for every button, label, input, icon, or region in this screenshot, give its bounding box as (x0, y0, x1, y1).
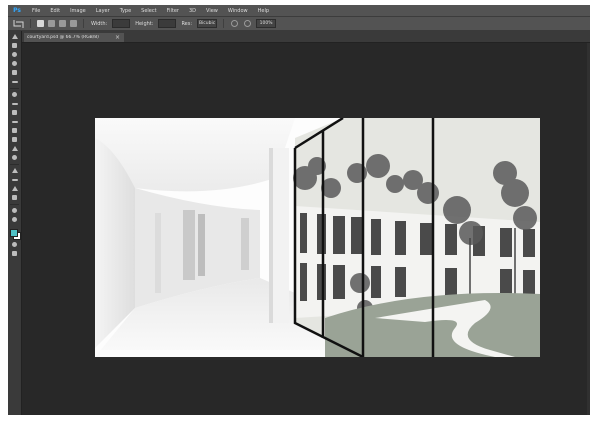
blur-tool[interactable] (10, 145, 19, 152)
overlay-options-icon[interactable] (244, 20, 252, 27)
eyedropper-icon (11, 80, 18, 83)
type-icon (11, 178, 18, 181)
zoom-tool[interactable] (10, 216, 19, 223)
screen-mode-toggle[interactable] (10, 250, 19, 257)
menu-edit[interactable]: Edit (45, 8, 65, 14)
menu-window[interactable]: Window (223, 8, 253, 14)
move-tool[interactable] (10, 33, 19, 40)
options-divider (83, 19, 84, 28)
document-tab-bar: courtyard.psd @ 66.7% (RGB/8) × (22, 31, 590, 43)
quick-mask-icon (12, 242, 17, 247)
pen-icon (11, 168, 18, 173)
lasso-icon (12, 52, 17, 57)
history-brush-icon (11, 120, 18, 123)
shape-tool[interactable] (10, 194, 19, 201)
type-tool[interactable] (10, 176, 19, 183)
subtract-selection-button[interactable] (59, 20, 66, 27)
tools-divider (10, 164, 19, 165)
height-field[interactable] (158, 19, 177, 28)
dodge-tool[interactable] (10, 154, 19, 161)
tools-panel (8, 31, 22, 415)
doorway (155, 213, 161, 293)
crop-tool-preset-icon[interactable] (12, 19, 26, 28)
eyedropper-tool[interactable] (10, 78, 19, 85)
column (271, 148, 289, 323)
lasso-tool[interactable] (10, 51, 19, 58)
options-divider (30, 19, 31, 28)
color-swatches[interactable] (9, 227, 21, 240)
crop-tool[interactable] (10, 69, 19, 76)
menu-3d[interactable]: 3D (184, 8, 201, 14)
photoshop-window: Ps File Edit Image Layer Type Select Fil… (8, 5, 590, 415)
intersect-selection-button[interactable] (70, 20, 77, 27)
dodge-icon (12, 155, 17, 160)
menu-help[interactable]: Help (253, 8, 274, 14)
rendered-image (95, 118, 540, 357)
height-label: Height: (135, 20, 154, 27)
column-edge (269, 148, 273, 323)
quick-select-tool[interactable] (10, 60, 19, 67)
hand-icon (12, 208, 17, 213)
history-brush-tool[interactable] (10, 118, 19, 125)
blur-drop-icon (11, 146, 18, 151)
gradient-icon (12, 137, 17, 142)
menu-file[interactable]: File (27, 8, 45, 14)
foreground-color-swatch[interactable] (10, 229, 18, 237)
pen-tool[interactable] (10, 167, 19, 174)
healing-brush-tool[interactable] (10, 91, 19, 98)
path-select-tool[interactable] (10, 185, 19, 192)
zoom-select[interactable]: 100% (256, 19, 277, 28)
bandage-icon (12, 92, 17, 97)
eraser-icon (12, 128, 17, 133)
menu-image[interactable]: Image (65, 8, 91, 14)
document-canvas[interactable] (95, 118, 540, 357)
menu-filter[interactable]: Filter (162, 8, 184, 14)
menu-layer[interactable]: Layer (91, 8, 115, 14)
marquee-tool[interactable] (10, 42, 19, 49)
options-bar: Width: Height: Res: Bicubic 100% (8, 17, 590, 31)
document-tab-title: courtyard.psd @ 66.7% (RGB/8) (27, 35, 99, 40)
brush-icon (11, 102, 18, 105)
new-selection-button[interactable] (37, 20, 44, 27)
add-selection-button[interactable] (48, 20, 55, 27)
canvas-workspace[interactable] (28, 43, 590, 415)
stamp-icon (12, 110, 17, 115)
zoom-icon (12, 217, 17, 222)
brush-tool[interactable] (10, 100, 19, 107)
marquee-icon (12, 43, 17, 48)
straighten-icon[interactable] (231, 20, 239, 27)
menu-bar: Ps File Edit Image Layer Type Select Fil… (8, 5, 590, 17)
path-select-icon (11, 186, 18, 191)
quick-mask-toggle[interactable] (10, 241, 19, 248)
app-logo: Ps (13, 7, 21, 14)
screen-mode-icon (12, 251, 17, 256)
resolution-label: Res: (181, 20, 193, 27)
crop-icon (12, 70, 17, 75)
rectangle-icon (12, 195, 17, 200)
tools-divider (10, 88, 19, 89)
gradient-tool[interactable] (10, 136, 19, 143)
document-tab[interactable]: courtyard.psd @ 66.7% (RGB/8) × (24, 33, 124, 42)
menu-view[interactable]: View (201, 8, 223, 14)
menu-type[interactable]: Type (115, 8, 136, 14)
doorway (183, 210, 195, 280)
width-label: Width: (91, 20, 108, 27)
menu-select[interactable]: Select (136, 8, 161, 14)
eraser-tool[interactable] (10, 127, 19, 134)
close-icon[interactable]: × (115, 33, 120, 42)
magic-wand-icon (12, 61, 17, 66)
hand-tool[interactable] (10, 207, 19, 214)
move-icon (11, 34, 18, 39)
options-divider (223, 19, 225, 28)
width-field[interactable] (112, 19, 131, 28)
vertical-scrollbar[interactable] (587, 43, 590, 415)
clone-stamp-tool[interactable] (10, 109, 19, 116)
tools-divider (10, 204, 19, 205)
doorway (241, 218, 249, 270)
resample-select[interactable]: Bicubic (197, 19, 218, 28)
doorway (198, 214, 205, 276)
